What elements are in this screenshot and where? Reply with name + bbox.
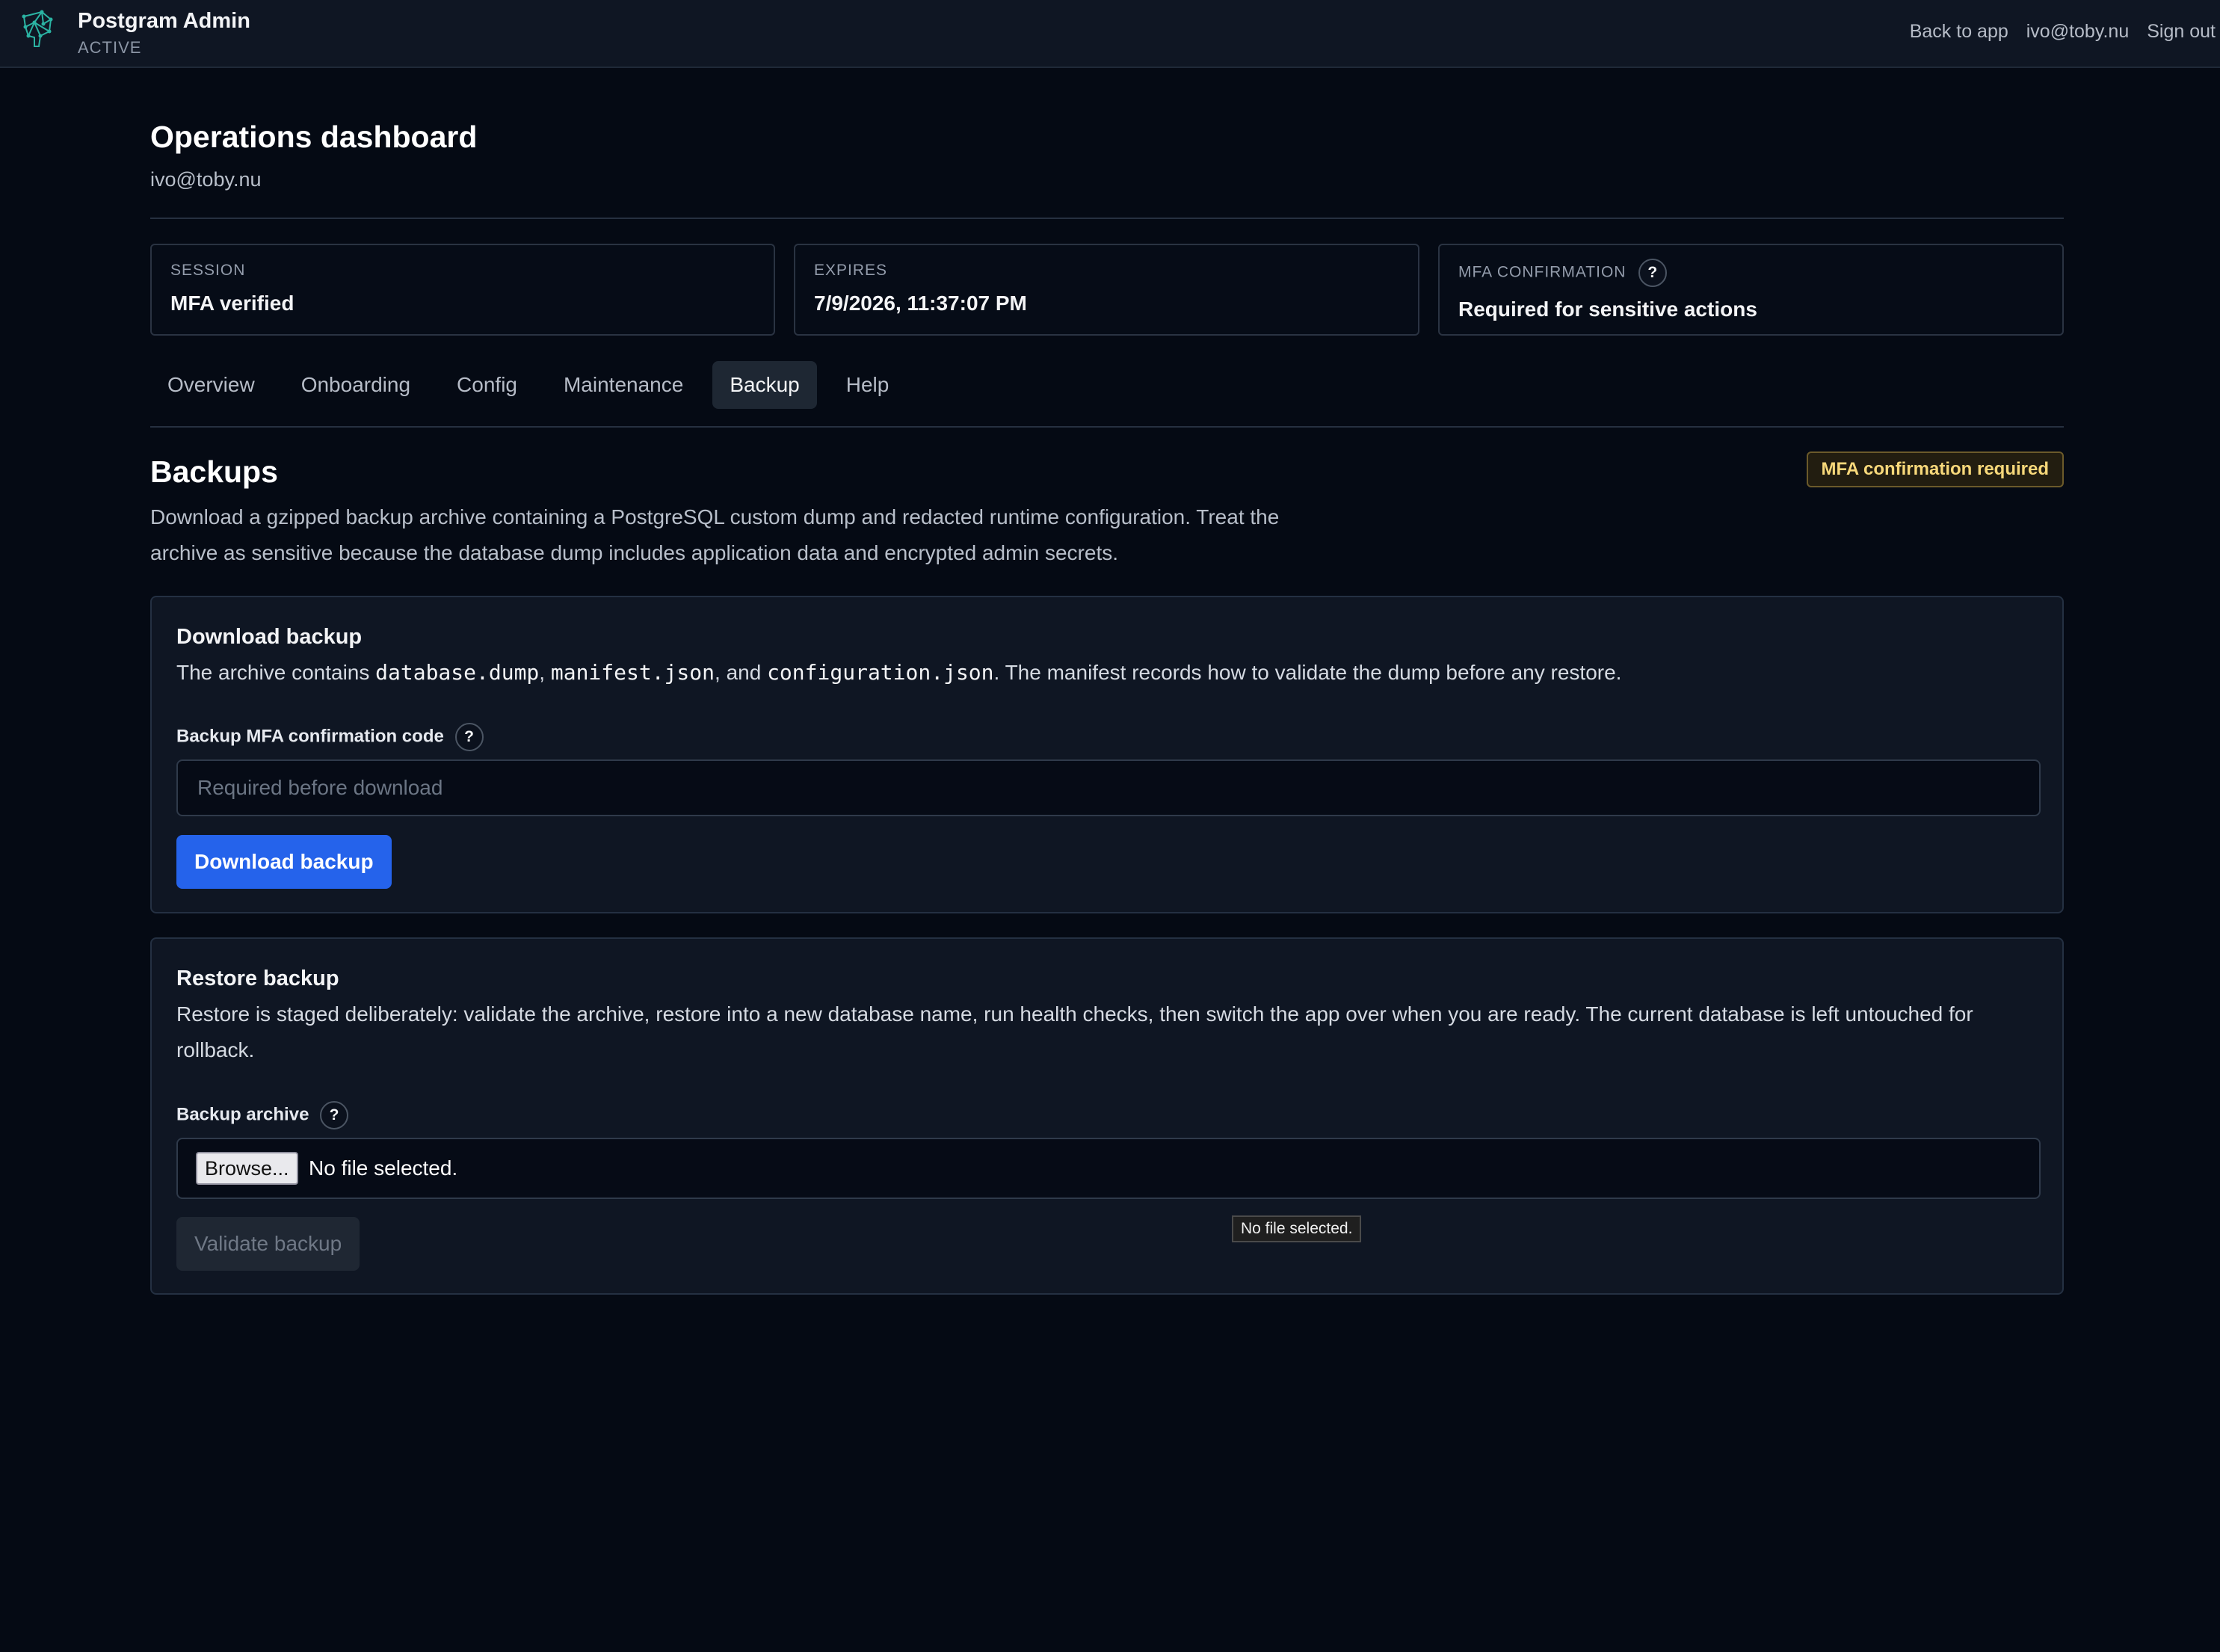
divider bbox=[150, 426, 2064, 428]
mfa-confirmation-card: MFA CONFIRMATION ? Required for sensitiv… bbox=[1438, 244, 2064, 336]
file-name: manifest.json bbox=[550, 660, 715, 685]
back-to-app-link[interactable]: Back to app bbox=[1910, 21, 2008, 43]
backup-mfa-code-label-row: Backup MFA confirmation code ? bbox=[176, 723, 484, 751]
tab-maintenance[interactable]: Maintenance bbox=[546, 361, 700, 409]
tab-config[interactable]: Config bbox=[440, 361, 534, 409]
restore-backup-card: Restore backup Restore is staged deliber… bbox=[150, 937, 2064, 1295]
divider bbox=[150, 218, 2064, 219]
mfa-confirmation-label-row: MFA CONFIRMATION ? bbox=[1458, 259, 1668, 287]
file-status: No file selected. bbox=[309, 1156, 458, 1180]
sign-out-link[interactable]: Sign out bbox=[2147, 21, 2216, 43]
help-icon[interactable]: ? bbox=[320, 1101, 349, 1129]
restore-backup-title: Restore backup bbox=[176, 967, 339, 990]
help-icon[interactable]: ? bbox=[1638, 259, 1668, 287]
tab-onboarding[interactable]: Onboarding bbox=[284, 361, 428, 409]
mfa-confirmation-label: MFA CONFIRMATION bbox=[1458, 263, 1627, 281]
mfa-required-badge: MFA confirmation required bbox=[1806, 451, 2064, 487]
elephant-logo-icon[interactable] bbox=[19, 9, 55, 51]
top-bar: Postgram Admin ACTIVE Back to app ivo@to… bbox=[0, 0, 2220, 68]
page-subtitle: ivo@toby.nu bbox=[150, 168, 262, 191]
download-backup-button[interactable]: Download backup bbox=[176, 835, 392, 889]
browse-button[interactable]: Browse... bbox=[196, 1152, 298, 1185]
restore-backup-description: Restore is staged deliberately: validate… bbox=[176, 1002, 1973, 1061]
app-status: ACTIVE bbox=[78, 38, 142, 57]
help-icon[interactable]: ? bbox=[454, 723, 484, 751]
tab-help[interactable]: Help bbox=[829, 361, 907, 409]
backup-archive-file-input[interactable]: Browse... No file selected. bbox=[176, 1138, 2041, 1199]
backup-mfa-code-input[interactable] bbox=[176, 759, 2041, 816]
session-value: MFA verified bbox=[170, 292, 295, 315]
mfa-confirmation-value: Required for sensitive actions bbox=[1458, 298, 1757, 321]
expires-label: EXPIRES bbox=[814, 262, 888, 279]
backup-archive-label-row: Backup archive ? bbox=[176, 1101, 349, 1129]
backup-archive-label: Backup archive bbox=[176, 1104, 309, 1125]
download-backup-title: Download backup bbox=[176, 625, 363, 649]
file-name: configuration.json bbox=[767, 660, 994, 685]
section-description: Download a gzipped backup archive contai… bbox=[150, 505, 1280, 564]
expires-card: EXPIRES 7/9/2026, 11:37:07 PM bbox=[794, 244, 1419, 336]
app-title: Postgram Admin bbox=[78, 9, 250, 33]
session-label: SESSION bbox=[170, 262, 246, 279]
session-card: SESSION MFA verified bbox=[150, 244, 775, 336]
tab-bar: Overview Onboarding Config Maintenance B… bbox=[150, 361, 906, 409]
validate-backup-button[interactable]: Validate backup bbox=[176, 1217, 360, 1271]
page-title: Operations dashboard bbox=[150, 120, 478, 154]
section-title: Backups bbox=[150, 454, 278, 489]
file-tooltip: No file selected. bbox=[1232, 1215, 1362, 1242]
tab-backup[interactable]: Backup bbox=[712, 361, 817, 409]
download-backup-card: Download backup The archive contains dat… bbox=[150, 596, 2064, 913]
top-nav: Back to app ivo@toby.nu Sign out bbox=[1910, 21, 2216, 43]
backup-mfa-code-label: Backup MFA confirmation code bbox=[176, 726, 444, 747]
tab-overview[interactable]: Overview bbox=[150, 361, 272, 409]
expires-value: 7/9/2026, 11:37:07 PM bbox=[814, 292, 1027, 315]
user-email-link[interactable]: ivo@toby.nu bbox=[2026, 21, 2130, 43]
download-backup-description: The archive contains database.dump, mani… bbox=[176, 660, 1622, 685]
file-name: database.dump bbox=[375, 660, 540, 685]
